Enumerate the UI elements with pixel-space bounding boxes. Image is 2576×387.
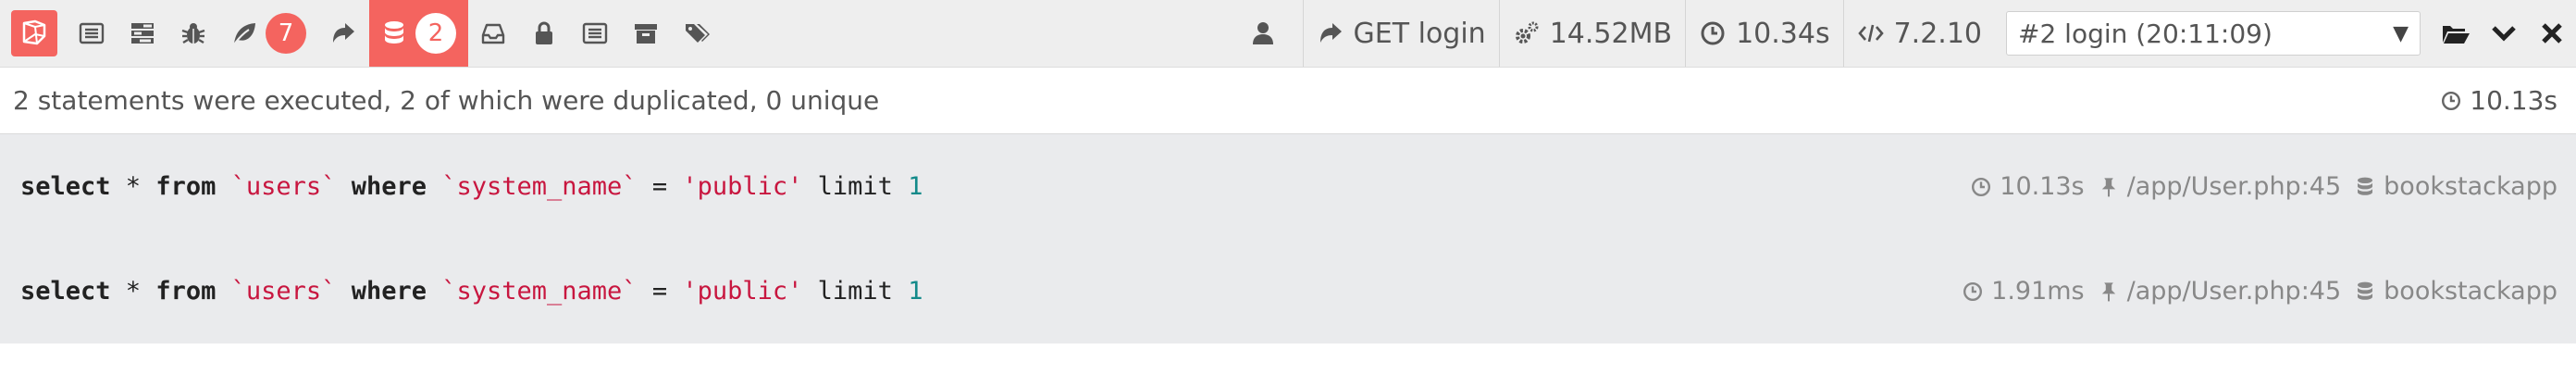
statement-connection: bookstackapp bbox=[2354, 277, 2557, 306]
statement-source: /app/User.php:45 bbox=[2098, 277, 2341, 306]
clock-icon bbox=[2442, 91, 2461, 110]
tab-views[interactable]: 7 bbox=[219, 0, 318, 67]
tab-request[interactable] bbox=[570, 0, 621, 67]
statement-connection: bookstackapp bbox=[2354, 172, 2557, 201]
statement-duration: 1.91ms bbox=[1962, 277, 2085, 306]
close-icon bbox=[2542, 23, 2562, 44]
code-icon bbox=[1857, 24, 1884, 43]
tab-messages[interactable] bbox=[67, 0, 118, 67]
statement-meta: 1.91ms /app/User.php:45 bookstackapp bbox=[1949, 277, 2557, 306]
statement-row[interactable]: select * from `users` where `system_name… bbox=[0, 239, 2576, 343]
database-icon bbox=[2358, 177, 2373, 195]
clock-icon bbox=[1963, 281, 1983, 301]
leaf-icon bbox=[233, 23, 255, 45]
lock-icon bbox=[536, 21, 552, 44]
queries-status-bar: 2 statements were executed, 2 of which w… bbox=[0, 68, 2576, 134]
memory-value: 14.52MB bbox=[1549, 17, 1673, 50]
thumbtack-icon bbox=[2101, 177, 2115, 196]
statements-list: select * from `users` where `system_name… bbox=[0, 134, 2576, 343]
chevron-down-icon bbox=[2492, 26, 2516, 42]
tags-icon bbox=[686, 24, 710, 43]
tasks-icon bbox=[131, 23, 154, 44]
tab-queries[interactable]: 2 bbox=[369, 0, 468, 67]
statement-row[interactable]: select * from `users` where `system_name… bbox=[0, 134, 2576, 239]
php-version-indicator[interactable]: 7.2.10 bbox=[1842, 0, 1995, 67]
debugbar-toolbar: 7 2 GET login 14.52MB 10.34s 7.2.10 #2 l… bbox=[0, 0, 2576, 68]
user-indicator[interactable] bbox=[1232, 0, 1303, 67]
user-icon bbox=[1252, 22, 1273, 44]
route-indicator[interactable]: GET login bbox=[1302, 0, 1499, 67]
dataset-selected-value: #2 login (20:11:09) bbox=[2018, 18, 2273, 49]
tab-exceptions[interactable] bbox=[168, 0, 219, 67]
memory-indicator[interactable]: 14.52MB bbox=[1498, 0, 1685, 67]
clock-icon bbox=[1701, 21, 1725, 45]
caret-down-icon: ▼ bbox=[2393, 21, 2409, 45]
tab-gate[interactable] bbox=[672, 0, 723, 67]
statement-duration: 10.13s bbox=[1970, 172, 2085, 201]
folder-open-icon bbox=[2443, 26, 2470, 44]
share-icon bbox=[333, 23, 354, 43]
database-icon bbox=[385, 21, 403, 44]
share-icon bbox=[1319, 23, 1342, 43]
route-label: GET login bbox=[1353, 17, 1486, 50]
statement-meta: 10.13s /app/User.php:45 bookstackapp bbox=[1957, 172, 2557, 201]
list-alt-icon bbox=[79, 22, 105, 44]
thumbtack-icon bbox=[2101, 281, 2115, 301]
list-alt-icon bbox=[582, 22, 608, 44]
sql-statement: select * from `users` where `system_name… bbox=[20, 277, 923, 306]
laravel-logo-icon[interactable] bbox=[11, 10, 57, 56]
close-button[interactable] bbox=[2528, 0, 2576, 67]
time-indicator[interactable]: 10.34s bbox=[1685, 0, 1843, 67]
tab-auth[interactable] bbox=[519, 0, 570, 67]
queries-summary: 2 statements were executed, 2 of which w… bbox=[13, 85, 880, 116]
dataset-select[interactable]: #2 login (20:11:09) ▼ bbox=[2006, 11, 2421, 56]
open-folder-button[interactable] bbox=[2432, 0, 2480, 67]
php-version-value: 7.2.10 bbox=[1893, 17, 1982, 50]
total-time: 10.13s bbox=[2440, 85, 2576, 116]
tab-mails[interactable] bbox=[468, 0, 519, 67]
toolbar-tabs: 7 2 bbox=[0, 0, 723, 67]
bug-icon bbox=[181, 23, 205, 44]
sql-statement: select * from `users` where `system_name… bbox=[20, 172, 923, 201]
inbox-icon bbox=[481, 23, 505, 44]
database-icon bbox=[2358, 281, 2373, 300]
exceptions-count-badge: 7 bbox=[266, 13, 306, 54]
total-time-value: 10.13s bbox=[2470, 85, 2557, 116]
tab-session[interactable] bbox=[621, 0, 672, 67]
statement-source: /app/User.php:45 bbox=[2098, 172, 2341, 201]
toolbar-indicators: GET login 14.52MB 10.34s 7.2.10 #2 login… bbox=[1232, 0, 2576, 67]
cogs-icon bbox=[1515, 21, 1539, 44]
tab-route[interactable] bbox=[318, 0, 369, 67]
minimize-button[interactable] bbox=[2480, 0, 2528, 67]
duration-value: 10.34s bbox=[1736, 17, 1830, 50]
archive-icon bbox=[635, 24, 657, 44]
tab-timeline[interactable] bbox=[118, 0, 168, 67]
queries-count-badge: 2 bbox=[415, 13, 456, 54]
clock-icon bbox=[1972, 177, 1991, 196]
